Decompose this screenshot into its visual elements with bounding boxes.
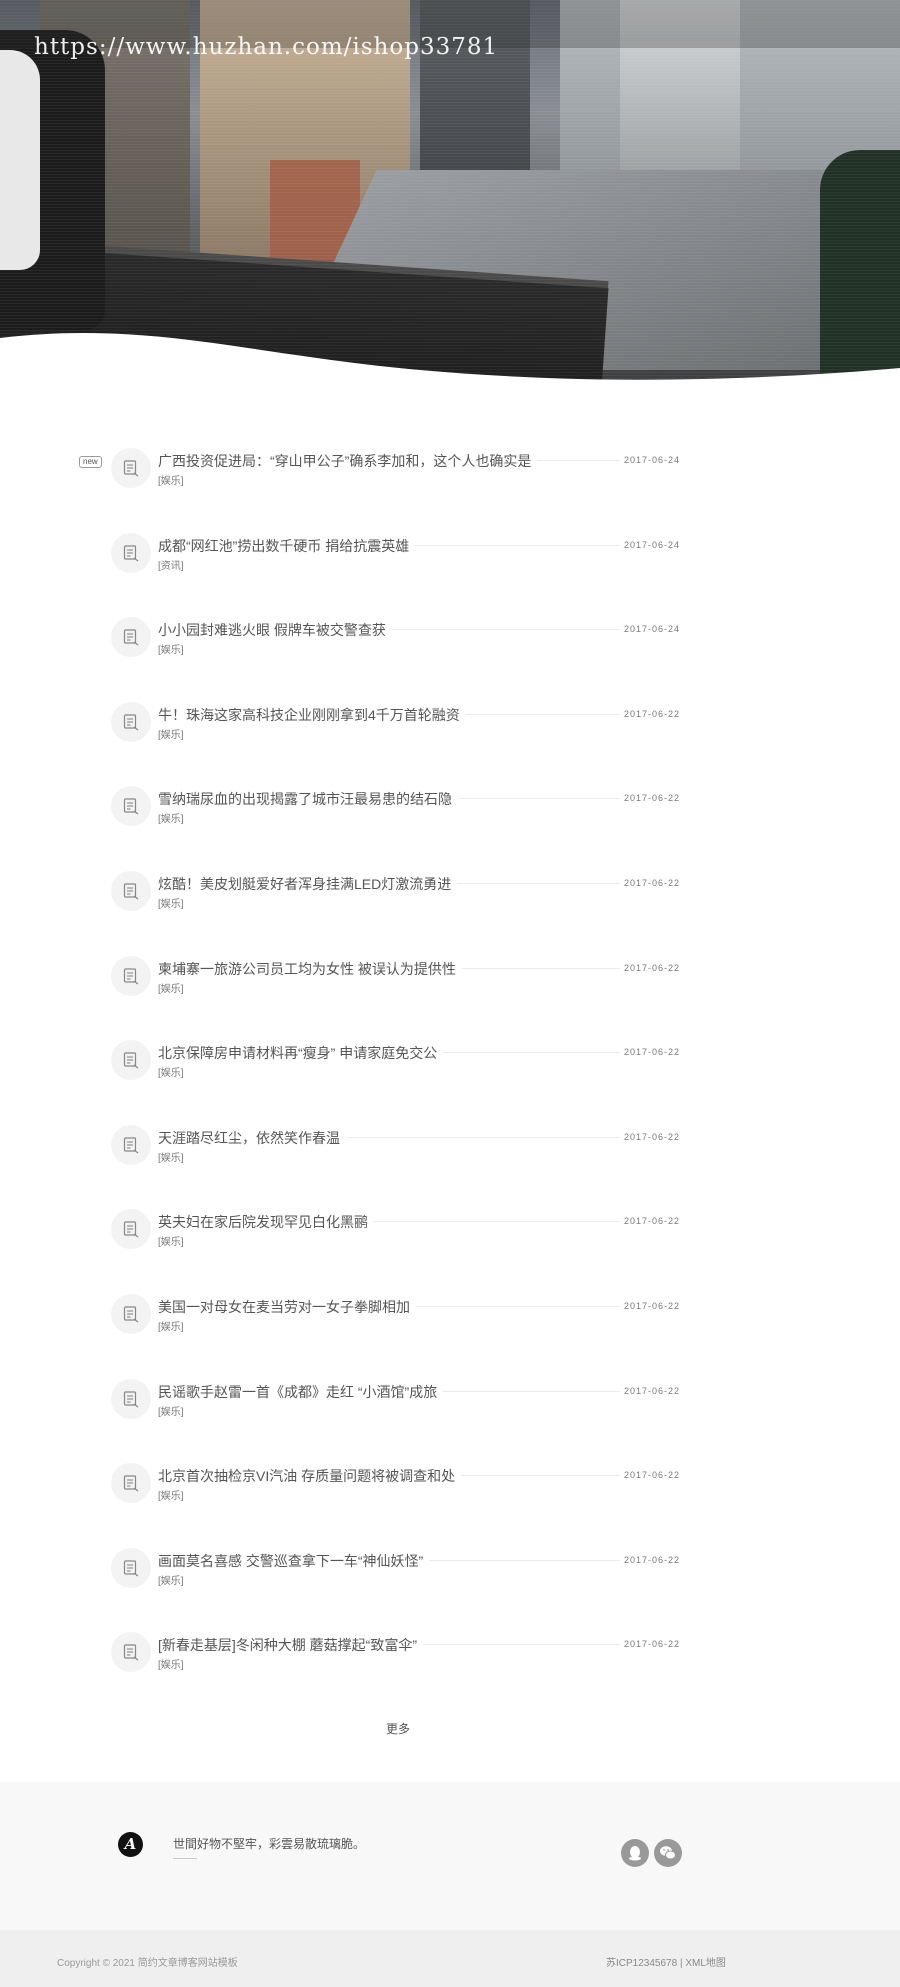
article-doc-icon [111, 786, 151, 827]
article-title[interactable]: 北京首次抽检京VI汽油 存质量问题将被调查和处 [158, 1466, 462, 1487]
list-item[interactable]: 北京保障房申请材料再“瘦身” 申请家庭免交公 2017-06-22 [娱乐] [0, 1012, 900, 1081]
article-date: 2017-06-24 [624, 624, 681, 635]
list-item[interactable]: 成都“网红池”捞出数千硬币 捐给抗震英雄 2017-06-24 [资讯] [0, 505, 900, 573]
article-date: 2017-06-22 [624, 1639, 681, 1650]
article-category[interactable]: [娱乐] [158, 726, 184, 741]
list-item[interactable]: [新春走基层]冬闲种大棚 蘑菇撑起“致富伞” 2017-06-22 [娱乐] [0, 1604, 900, 1673]
article-category[interactable]: [娱乐] [158, 1233, 184, 1248]
article-category[interactable]: [娱乐] [158, 1149, 184, 1164]
article-title[interactable]: [新春走基层]冬闲种大棚 蘑菇撑起“致富伞” [158, 1635, 423, 1656]
article-title[interactable]: 美国一对母女在麦当劳对一女子拳脚相加 [158, 1297, 416, 1317]
article-doc-icon [111, 1463, 151, 1504]
list-item[interactable]: 牛！珠海这家高科技企业刚刚拿到4千万首轮融资 2017-06-22 [娱乐] [0, 674, 900, 742]
article-category[interactable]: [娱乐] [158, 1572, 184, 1587]
article-doc-icon [111, 1040, 151, 1081]
article-category[interactable]: [娱乐] [158, 895, 184, 910]
icp-link[interactable]: 苏ICP12345678 | XML地图 [606, 1954, 726, 1969]
hero-banner: https://www.huzhan.com/ishop33781 [0, 0, 900, 380]
footer: A 世間好物不堅牢，彩雲易散琉璃脆。 [0, 1782, 900, 1930]
list-item[interactable]: 柬埔寨一旅游公司员工均为女性 被误认为提供性 2017-06-22 [娱乐] [0, 928, 900, 996]
article-category[interactable]: [娱乐] [158, 810, 184, 825]
article-category[interactable]: [资讯] [158, 557, 184, 572]
qq-icon[interactable] [621, 1839, 649, 1867]
article-title[interactable]: 广西投资促进局：“穿山甲公子”确系李加和，这个人也确实是 [158, 451, 538, 471]
copyright-bar: Copyright © 2021 简约文章博客网站模板 苏ICP12345678… [0, 1930, 900, 1987]
list-item[interactable]: new 广西投资促进局：“穿山甲公子”确系李加和，这个人也确实是 2017-06-2… [0, 420, 900, 488]
article-title[interactable]: 柬埔寨一旅游公司员工均为女性 被误认为提供性 [158, 958, 462, 979]
watermark-url: https://www.huzhan.com/ishop33781 [34, 34, 499, 60]
article-doc-icon [111, 1378, 151, 1419]
slogan-divider [173, 1858, 197, 1859]
copyright-text: Copyright © 2021 简约文章博客网站模板 [57, 1958, 238, 1969]
article-category[interactable]: [娱乐] [158, 980, 184, 995]
article-doc-icon [111, 1124, 151, 1165]
article-doc-icon [111, 701, 151, 742]
article-date: 2017-06-22 [624, 1301, 681, 1311]
article-category[interactable]: [娱乐] [158, 641, 184, 656]
article-date: 2017-06-22 [624, 1470, 681, 1481]
article-doc-icon [111, 871, 151, 911]
list-item[interactable]: 雪纳瑞尿血的出现揭露了城市汪最易患的结石隐 2017-06-22 [娱乐] [0, 758, 900, 827]
list-item[interactable]: 天涯踏尽红尘，依然笑作春温 2017-06-22 [娱乐] [0, 1097, 900, 1165]
article-title[interactable]: 北京保障房申请材料再“瘦身” 申请家庭免交公 [158, 1043, 444, 1064]
article-date: 2017-06-22 [624, 708, 681, 719]
list-item[interactable]: 炫酷！美皮划艇爱好者浑身挂满LED灯激流勇进 2017-06-22 [娱乐] [0, 843, 900, 911]
article-doc-icon [111, 1294, 151, 1334]
article-title[interactable]: 成都“网红池”捞出数千硬币 捐给抗震英雄 [158, 535, 416, 556]
list-item[interactable]: 美国一对母女在麦当劳对一女子拳脚相加 2017-06-22 [娱乐] [0, 1266, 900, 1334]
page: https://www.huzhan.com/ishop33781 new 广西投… [0, 0, 900, 1987]
article-date: 2017-06-22 [624, 1047, 681, 1058]
article-date: 2017-06-22 [624, 1554, 681, 1565]
article-date: 2017-06-22 [624, 1385, 681, 1396]
article-title[interactable]: 英夫妇在家后院发现罕见白化黑鹂 [158, 1212, 374, 1233]
article-date: 2017-06-22 [624, 962, 681, 973]
article-date: 2017-06-24 [624, 455, 681, 465]
article-doc-icon [111, 1632, 151, 1673]
more-link[interactable]: 更多 [386, 1720, 410, 1737]
article-date: 2017-06-22 [624, 793, 681, 804]
list-item[interactable]: 英夫妇在家后院发现罕见白化黑鹂 2017-06-22 [娱乐] [0, 1181, 900, 1250]
article-doc-icon [111, 1209, 151, 1250]
article-title[interactable]: 雪纳瑞尿血的出现揭露了城市汪最易患的结石隐 [158, 789, 458, 810]
article-doc-icon [111, 448, 151, 488]
list-item[interactable]: 画面莫名喜感 交警巡查拿下一车“神仙妖怪” 2017-06-22 [娱乐] [0, 1520, 900, 1588]
article-category[interactable]: [娱乐] [158, 1487, 184, 1502]
logo-letter: A [124, 1835, 137, 1853]
article-category[interactable]: [娱乐] [158, 1064, 184, 1079]
article-doc-icon [111, 532, 151, 573]
list-item[interactable]: 民谣歌手赵雷一首《成都》走红 “小酒馆”成旅 2017-06-22 [娱乐] [0, 1351, 900, 1419]
article-category[interactable]: [娱乐] [158, 1318, 184, 1333]
footer-slogan: 世間好物不堅牢，彩雲易散琉璃脆。 [173, 1837, 366, 1851]
article-date: 2017-06-22 [624, 878, 681, 888]
article-doc-icon [111, 617, 151, 658]
article-title[interactable]: 炫酷！美皮划艇爱好者浑身挂满LED灯激流勇进 [158, 874, 458, 894]
article-date: 2017-06-22 [624, 1131, 681, 1142]
hero-wave-divider [0, 332, 900, 380]
article-category[interactable]: [娱乐] [158, 1403, 184, 1418]
article-title[interactable]: 小小园封难逃火眼 假牌车被交警查获 [158, 620, 392, 641]
new-badge: new [79, 456, 102, 468]
list-item[interactable]: 小小园封难逃火眼 假牌车被交警查获 2017-06-24 [娱乐] [0, 589, 900, 658]
article-title[interactable]: 画面莫名喜感 交警巡查拿下一车“神仙妖怪” [158, 1550, 430, 1571]
site-logo[interactable]: A [118, 1832, 143, 1857]
article-date: 2017-06-22 [624, 1216, 681, 1227]
list-item[interactable]: 北京首次抽检京VI汽油 存质量问题将被调查和处 2017-06-22 [娱乐] [0, 1435, 900, 1504]
article-doc-icon [111, 955, 151, 996]
article-title[interactable]: 民谣歌手赵雷一首《成都》走红 “小酒馆”成旅 [158, 1381, 444, 1402]
article-category[interactable]: [娱乐] [158, 472, 184, 487]
wechat-icon[interactable] [654, 1839, 682, 1867]
article-doc-icon [111, 1547, 151, 1588]
article-category[interactable]: [娱乐] [158, 1656, 184, 1671]
article-title[interactable]: 牛！珠海这家高科技企业刚刚拿到4千万首轮融资 [158, 704, 466, 725]
article-title[interactable]: 天涯踏尽红尘，依然笑作春温 [158, 1127, 346, 1148]
article-date: 2017-06-24 [624, 539, 681, 550]
